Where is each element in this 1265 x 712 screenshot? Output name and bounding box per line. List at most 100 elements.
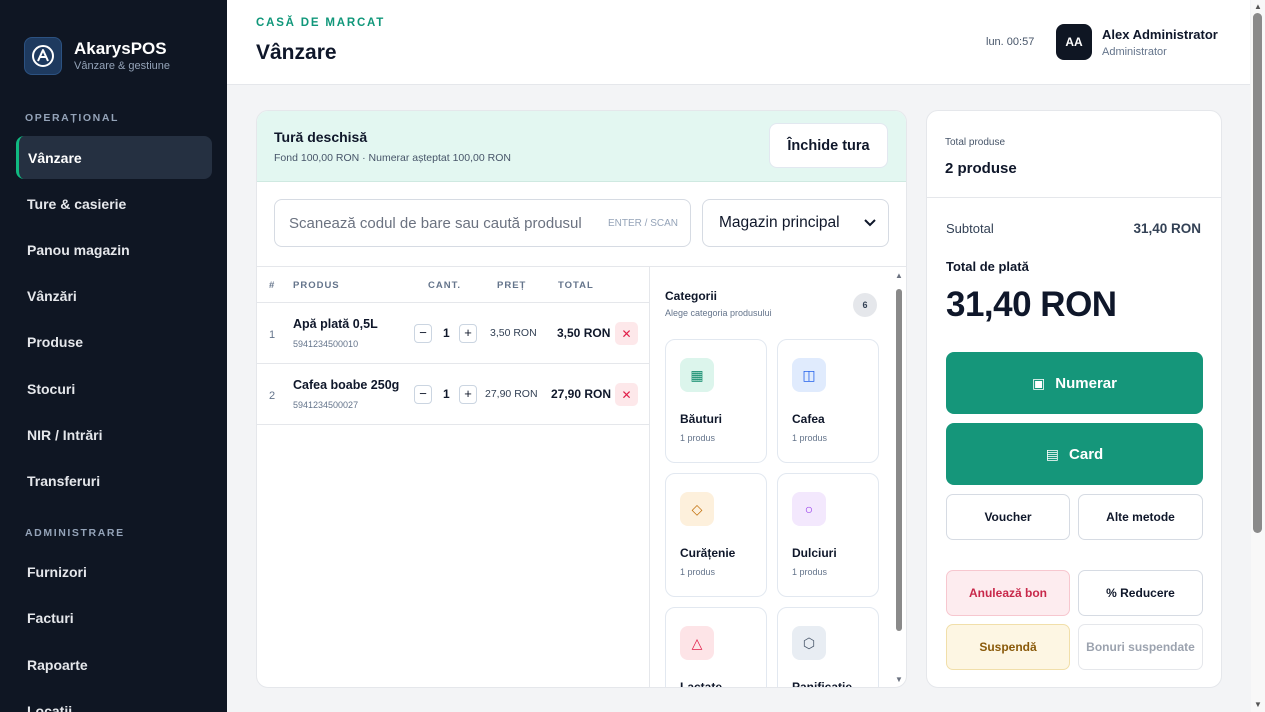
category-card-bauturi[interactable]: ▦ Băuturi 1 produs [665,339,767,463]
row-total: 27,90 RON [551,387,612,401]
subtotal-value: 31,40 RON [1133,221,1201,236]
category-count: 1 produs [792,567,828,577]
category-count: 1 produs [680,433,716,443]
row-index: 1 [269,329,276,341]
categories-subtitle: Alege categoria produsului [665,308,772,318]
total-due-label: Total de plată [946,259,1029,274]
category-name: Dulciuri [792,546,837,560]
page-scrollbar[interactable]: ▲ ▼ [1251,0,1265,712]
pay-card-label: Card [1069,445,1104,463]
total-products-value: 2 produse [945,160,1017,177]
scroll-down-icon[interactable]: ▼ [895,675,903,684]
sidebar-item-locatii[interactable]: Locații [16,689,212,712]
other-methods-button[interactable]: Alte metode [1078,494,1203,540]
page-scroll-thumb[interactable] [1253,13,1262,533]
remove-item-button[interactable]: ✕ [615,383,638,406]
table-row: 1 Apă plată 0,5L 5941234500010 − 1 + 3,5… [257,303,649,364]
scroll-up-icon[interactable]: ▲ [895,271,903,280]
sidebar-item-rapoarte[interactable]: Rapoarte [16,643,212,686]
subtotal-label: Subtotal [946,221,994,236]
payment-summary: Total produse 2 produse Subtotal 31,40 R… [926,110,1222,688]
cart-table-header: # PRODUS CANT. PREȚ TOTAL [257,267,649,303]
sidebar-item-vanzari[interactable]: Vânzări [16,274,212,317]
card-icon: ▤ [1045,445,1060,462]
row-price: 3,50 RON [490,327,537,339]
col-total: TOTAL [558,280,594,291]
user-name[interactable]: Alex Administrator [1102,27,1218,42]
grid-icon: ▦ [680,358,714,392]
columns-icon: ◫ [792,358,826,392]
cart-table: # PRODUS CANT. PREȚ TOTAL 1 Apă plată 0,… [257,267,650,687]
sidebar-item-ture-casierie[interactable]: Ture & casierie [16,182,212,225]
search-box: ENTER / SCAN [274,199,691,247]
sidebar-item-nir-intrari[interactable]: NIR / Intrări [16,413,212,456]
total-due-value: 31,40 RON [946,285,1117,324]
shift-banner: Tură deschisă Fond 100,00 RON · Numerar … [257,111,906,182]
qty-increase-button[interactable]: + [459,385,477,404]
qty-increase-button[interactable]: + [459,324,477,343]
categories-panel: Categorii Alege categoria produsului 6 ▦… [651,267,906,688]
row-product-name: Apă plată 0,5L [293,317,378,331]
pay-cash-label: Numerar [1055,374,1117,392]
shift-subtitle: Fond 100,00 RON · Numerar așteptat 100,0… [274,152,511,164]
location-select[interactable]: Magazin principal [702,199,889,247]
scroll-down-icon[interactable]: ▼ [1254,700,1262,709]
sidebar-item-produse[interactable]: Produse [16,320,212,363]
page-title: Vânzare [256,41,337,64]
category-name: Curățenie [680,546,736,560]
remove-item-button[interactable]: ✕ [615,322,638,345]
search-hint: ENTER / SCAN [607,217,678,229]
avatar[interactable]: AA [1056,24,1092,60]
category-name: Lactate [680,680,723,688]
row-total: 3,50 RON [557,326,611,340]
category-card-curatenie[interactable]: ◇ Curățenie 1 produs [665,473,767,597]
row-product-name: Cafea boabe 250g [293,378,400,392]
sidebar-item-panou-magazin[interactable]: Panou magazin [16,228,212,271]
categories-scrollbar[interactable]: ▲ ▼ [894,271,904,685]
row-index: 2 [269,390,276,402]
category-name: Panificație [792,680,853,688]
sidebar-item-transferuri[interactable]: Transferuri [16,459,212,502]
sidebar-item-facturi[interactable]: Facturi [16,596,212,639]
user-role: Administrator [1102,46,1167,58]
suspend-button[interactable]: Suspendă [946,624,1070,670]
discount-button[interactable]: % Reducere [1078,570,1203,616]
row-barcode: 5941234500027 [293,400,359,410]
category-name: Cafea [792,412,825,426]
sidebar-item-stocuri[interactable]: Stocuri [16,367,212,410]
category-name: Băuturi [680,412,722,426]
sidebar-item-furnizori[interactable]: Furnizori [16,550,212,593]
brand[interactable]: AkarysPOS Vânzare & gestiune [0,0,227,86]
close-shift-button[interactable]: Închide tura [769,123,888,168]
table-row: 2 Cafea boabe 250g 5941234500027 − 1 + 2… [257,364,649,425]
pay-card-button[interactable]: ▤ Card [946,423,1203,485]
category-card-lactate[interactable]: △ Lactate [665,607,767,688]
qty-value: 1 [443,326,450,340]
voucher-button[interactable]: Voucher [946,494,1070,540]
cancel-receipt-button[interactable]: Anulează bon [946,570,1070,616]
pay-cash-button[interactable]: ▣ Numerar [946,352,1203,414]
brand-logo-icon [24,37,62,75]
category-card-cafea[interactable]: ◫ Cafea 1 produs [777,339,879,463]
circle-icon: ○ [792,492,826,526]
qty-decrease-button[interactable]: − [414,385,432,404]
col-product: PRODUS [293,280,340,291]
categories-scroll-thumb[interactable] [896,289,902,631]
hexagon-icon: ⬡ [792,626,826,660]
col-index: # [269,280,276,291]
category-card-dulciuri[interactable]: ○ Dulciuri 1 produs [777,473,879,597]
chevron-down-icon [864,216,876,230]
category-card-panificatie[interactable]: ⬡ Panificație [777,607,879,688]
brand-subtitle: Vânzare & gestiune [74,60,171,72]
qty-decrease-button[interactable]: − [414,324,432,343]
suspended-receipts-button[interactable]: Bonuri suspendate [1078,624,1203,670]
sidebar-item-vanzare[interactable]: Vânzare [16,136,212,179]
scroll-up-icon[interactable]: ▲ [1254,2,1262,11]
summary-products: Total produse 2 produse [927,111,1221,198]
categories-title: Categorii [665,289,718,303]
brand-name: AkarysPOS [74,39,167,58]
diamond-icon: ◇ [680,492,714,526]
search-input[interactable] [289,214,608,232]
row-barcode: 5941234500010 [293,339,359,349]
row-price: 27,90 RON [485,388,538,400]
